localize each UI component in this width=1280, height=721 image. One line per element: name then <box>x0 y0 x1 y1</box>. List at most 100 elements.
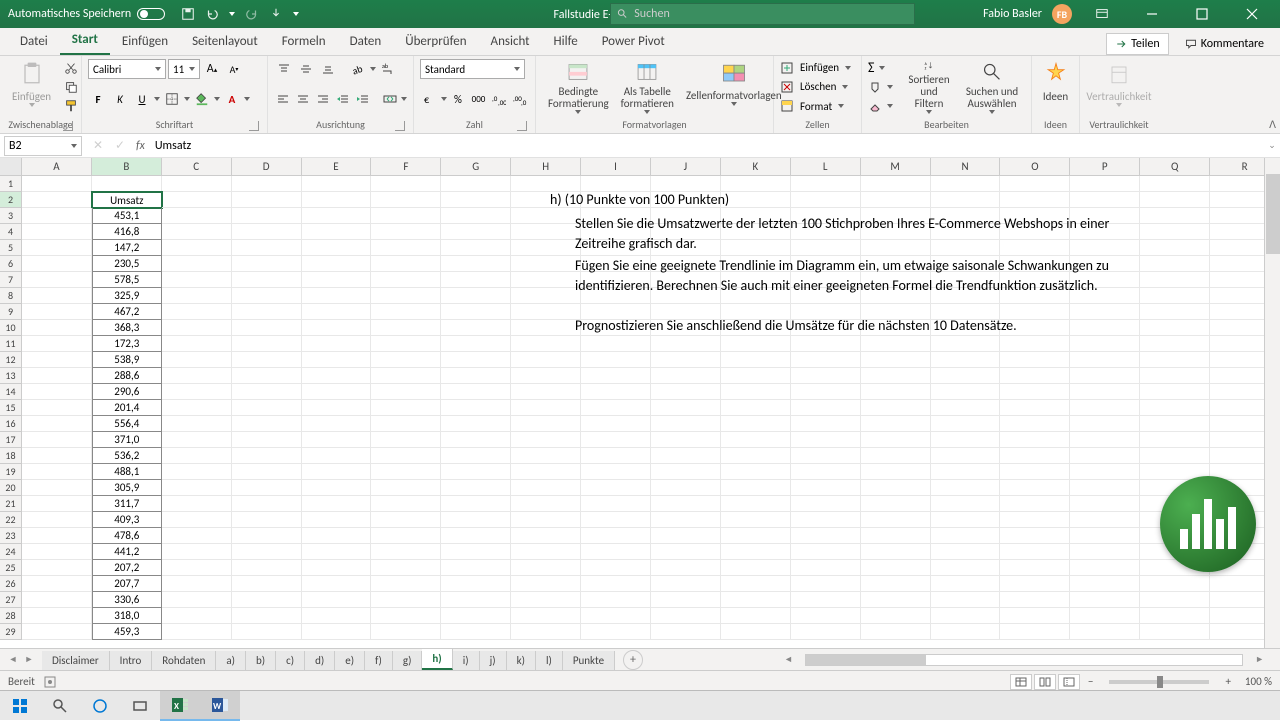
cell-J13[interactable] <box>651 368 721 384</box>
row-header-1[interactable]: 1 <box>0 176 22 192</box>
cell-K19[interactable] <box>721 464 791 480</box>
cell-F28[interactable] <box>371 608 441 624</box>
cell-P23[interactable] <box>1070 528 1140 544</box>
cell-O12[interactable] <box>1000 352 1070 368</box>
cell-A29[interactable] <box>22 624 92 640</box>
cell-Q15[interactable] <box>1140 400 1210 416</box>
cell-H20[interactable] <box>511 480 581 496</box>
sheet-tab-l[interactable]: l) <box>536 651 563 670</box>
cell-L28[interactable] <box>791 608 861 624</box>
autosum-button[interactable]: Σ <box>868 58 893 77</box>
cell-F17[interactable] <box>371 432 441 448</box>
cell-G10[interactable] <box>441 320 511 336</box>
cell-G21[interactable] <box>441 496 511 512</box>
cell-D27[interactable] <box>232 592 302 608</box>
cell-A17[interactable] <box>22 432 92 448</box>
cell-A15[interactable] <box>22 400 92 416</box>
column-header-A[interactable]: A <box>22 158 92 175</box>
tab-seitenlayout[interactable]: Seitenlayout <box>180 28 270 55</box>
cell-A10[interactable] <box>22 320 92 336</box>
cell-F4[interactable] <box>371 224 441 240</box>
cell-K12[interactable] <box>721 352 791 368</box>
sheet-tab-a[interactable]: a) <box>216 651 246 670</box>
cell-H9[interactable] <box>511 304 581 320</box>
decrease-font-button[interactable]: A▾ <box>224 59 244 79</box>
cell-D18[interactable] <box>232 448 302 464</box>
cell-J25[interactable] <box>651 560 721 576</box>
close-button[interactable] <box>1232 0 1272 28</box>
cell-N1[interactable] <box>931 176 1001 192</box>
cell-F2[interactable] <box>371 192 441 208</box>
cell-O14[interactable] <box>1000 384 1070 400</box>
cell-D22[interactable] <box>232 512 302 528</box>
cell-M1[interactable] <box>861 176 931 192</box>
cell-E4[interactable] <box>302 224 372 240</box>
cell-K18[interactable] <box>721 448 791 464</box>
cell-C2[interactable] <box>162 192 232 208</box>
cell-E13[interactable] <box>302 368 372 384</box>
select-all-corner[interactable] <box>0 158 22 175</box>
cell-L29[interactable] <box>791 624 861 640</box>
merge-button[interactable] <box>381 89 399 109</box>
ribbon-display-icon[interactable] <box>1082 0 1122 28</box>
cell-O17[interactable] <box>1000 432 1070 448</box>
cell-A21[interactable] <box>22 496 92 512</box>
cell-J21[interactable] <box>651 496 721 512</box>
format-as-table-button[interactable]: Als Tabelle formatieren <box>615 58 680 116</box>
excel-taskbar-button[interactable]: X <box>160 691 200 721</box>
cell-M26[interactable] <box>861 576 931 592</box>
cell-G27[interactable] <box>441 592 511 608</box>
cell-C12[interactable] <box>162 352 232 368</box>
cell-L1[interactable] <box>791 176 861 192</box>
cell-Q11[interactable] <box>1140 336 1210 352</box>
cell-B5[interactable]: 147,2 <box>92 240 162 256</box>
row-header-10[interactable]: 10 <box>0 320 22 336</box>
cell-G17[interactable] <box>441 432 511 448</box>
cell-E21[interactable] <box>302 496 372 512</box>
sheet-tab-f[interactable]: f) <box>365 651 393 670</box>
cell-G9[interactable] <box>441 304 511 320</box>
cell-B7[interactable]: 578,5 <box>92 272 162 288</box>
chevron-down-icon[interactable] <box>244 97 250 101</box>
delete-cells-button[interactable]: Löschen <box>780 77 855 96</box>
cell-N26[interactable] <box>931 576 1001 592</box>
column-header-F[interactable]: F <box>371 158 441 175</box>
cell-L15[interactable] <box>791 400 861 416</box>
cell-F12[interactable] <box>371 352 441 368</box>
cell-J14[interactable] <box>651 384 721 400</box>
cell-O20[interactable] <box>1000 480 1070 496</box>
cell-Q12[interactable] <box>1140 352 1210 368</box>
cell-C4[interactable] <box>162 224 232 240</box>
cell-B19[interactable]: 488,1 <box>92 464 162 480</box>
column-header-N[interactable]: N <box>931 158 1001 175</box>
cell-C1[interactable] <box>162 176 232 192</box>
cell-F11[interactable] <box>371 336 441 352</box>
cell-M13[interactable] <box>861 368 931 384</box>
cell-E18[interactable] <box>302 448 372 464</box>
cell-J23[interactable] <box>651 528 721 544</box>
increase-decimal-button[interactable]: ,0,00 <box>490 89 509 109</box>
cell-F13[interactable] <box>371 368 441 384</box>
cell-H16[interactable] <box>511 416 581 432</box>
cell-K27[interactable] <box>721 592 791 608</box>
align-right-button[interactable] <box>314 89 332 109</box>
row-header-27[interactable]: 27 <box>0 592 22 608</box>
column-header-O[interactable]: O <box>1000 158 1070 175</box>
enter-formula-button[interactable]: ✓ <box>110 136 130 156</box>
cell-O25[interactable] <box>1000 560 1070 576</box>
collapse-ribbon-button[interactable]: ᐱ <box>1269 118 1276 131</box>
font-color-button[interactable]: A <box>222 89 242 109</box>
align-center-button[interactable] <box>294 89 312 109</box>
cell-J15[interactable] <box>651 400 721 416</box>
cell-F10[interactable] <box>371 320 441 336</box>
sheet-tab-Rohdaten[interactable]: Rohdaten <box>152 651 216 670</box>
cell-H10[interactable] <box>511 320 581 336</box>
cell-G12[interactable] <box>441 352 511 368</box>
cell-D6[interactable] <box>232 256 302 272</box>
cell-D14[interactable] <box>232 384 302 400</box>
row-header-23[interactable]: 23 <box>0 528 22 544</box>
cell-M27[interactable] <box>861 592 931 608</box>
undo-dropdown-icon[interactable] <box>229 12 235 16</box>
normal-view-button[interactable] <box>1010 674 1032 690</box>
cell-H11[interactable] <box>511 336 581 352</box>
